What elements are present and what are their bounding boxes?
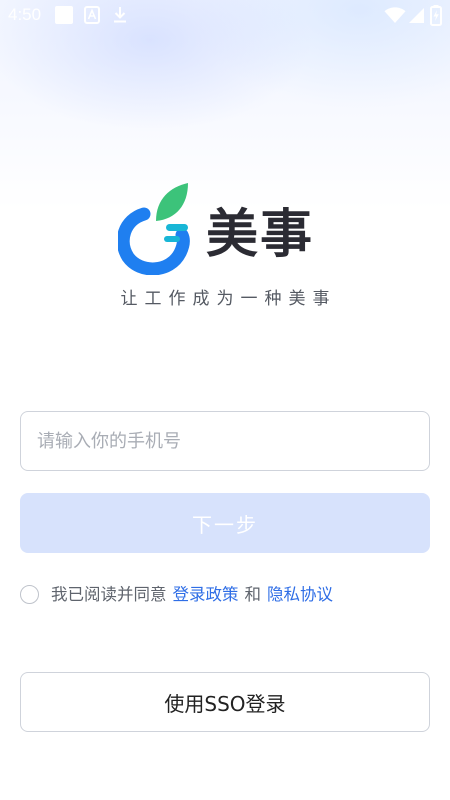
notification-square-icon xyxy=(55,6,73,24)
wifi-icon xyxy=(384,7,406,23)
signal-icon xyxy=(409,8,424,23)
agreement-row: 我已阅读并同意 登录政策和隐私协议 xyxy=(20,583,430,609)
login-policy-link[interactable]: 登录政策 xyxy=(173,585,239,604)
agreement-text: 我已阅读并同意 登录政策和隐私协议 xyxy=(51,583,333,607)
agreement-conjunction: 和 xyxy=(244,585,262,604)
meishi-logo-icon xyxy=(118,183,190,275)
agreement-prefix: 我已阅读并同意 xyxy=(51,585,167,604)
download-icon xyxy=(114,7,126,23)
brand-name: 美事 xyxy=(206,205,315,265)
next-step-button[interactable]: 下一步 xyxy=(20,493,430,553)
brand-slogan: 让工作成为一种美事 xyxy=(120,289,337,309)
privacy-agreement-link[interactable]: 隐私协议 xyxy=(267,585,333,604)
battery-icon xyxy=(430,5,442,26)
phone-number-input[interactable] xyxy=(37,412,412,470)
status-bar: 4:50 xyxy=(0,0,450,32)
app-a-icon xyxy=(84,6,100,24)
agreement-checkbox[interactable] xyxy=(20,585,39,604)
status-time: 4:50 xyxy=(8,5,42,24)
login-screen: 4:50 美事 让工作成为一种美事 下一步 xyxy=(0,0,450,800)
phone-input-container xyxy=(20,411,430,471)
sso-login-button[interactable]: 使用SSO登录 xyxy=(20,672,430,732)
